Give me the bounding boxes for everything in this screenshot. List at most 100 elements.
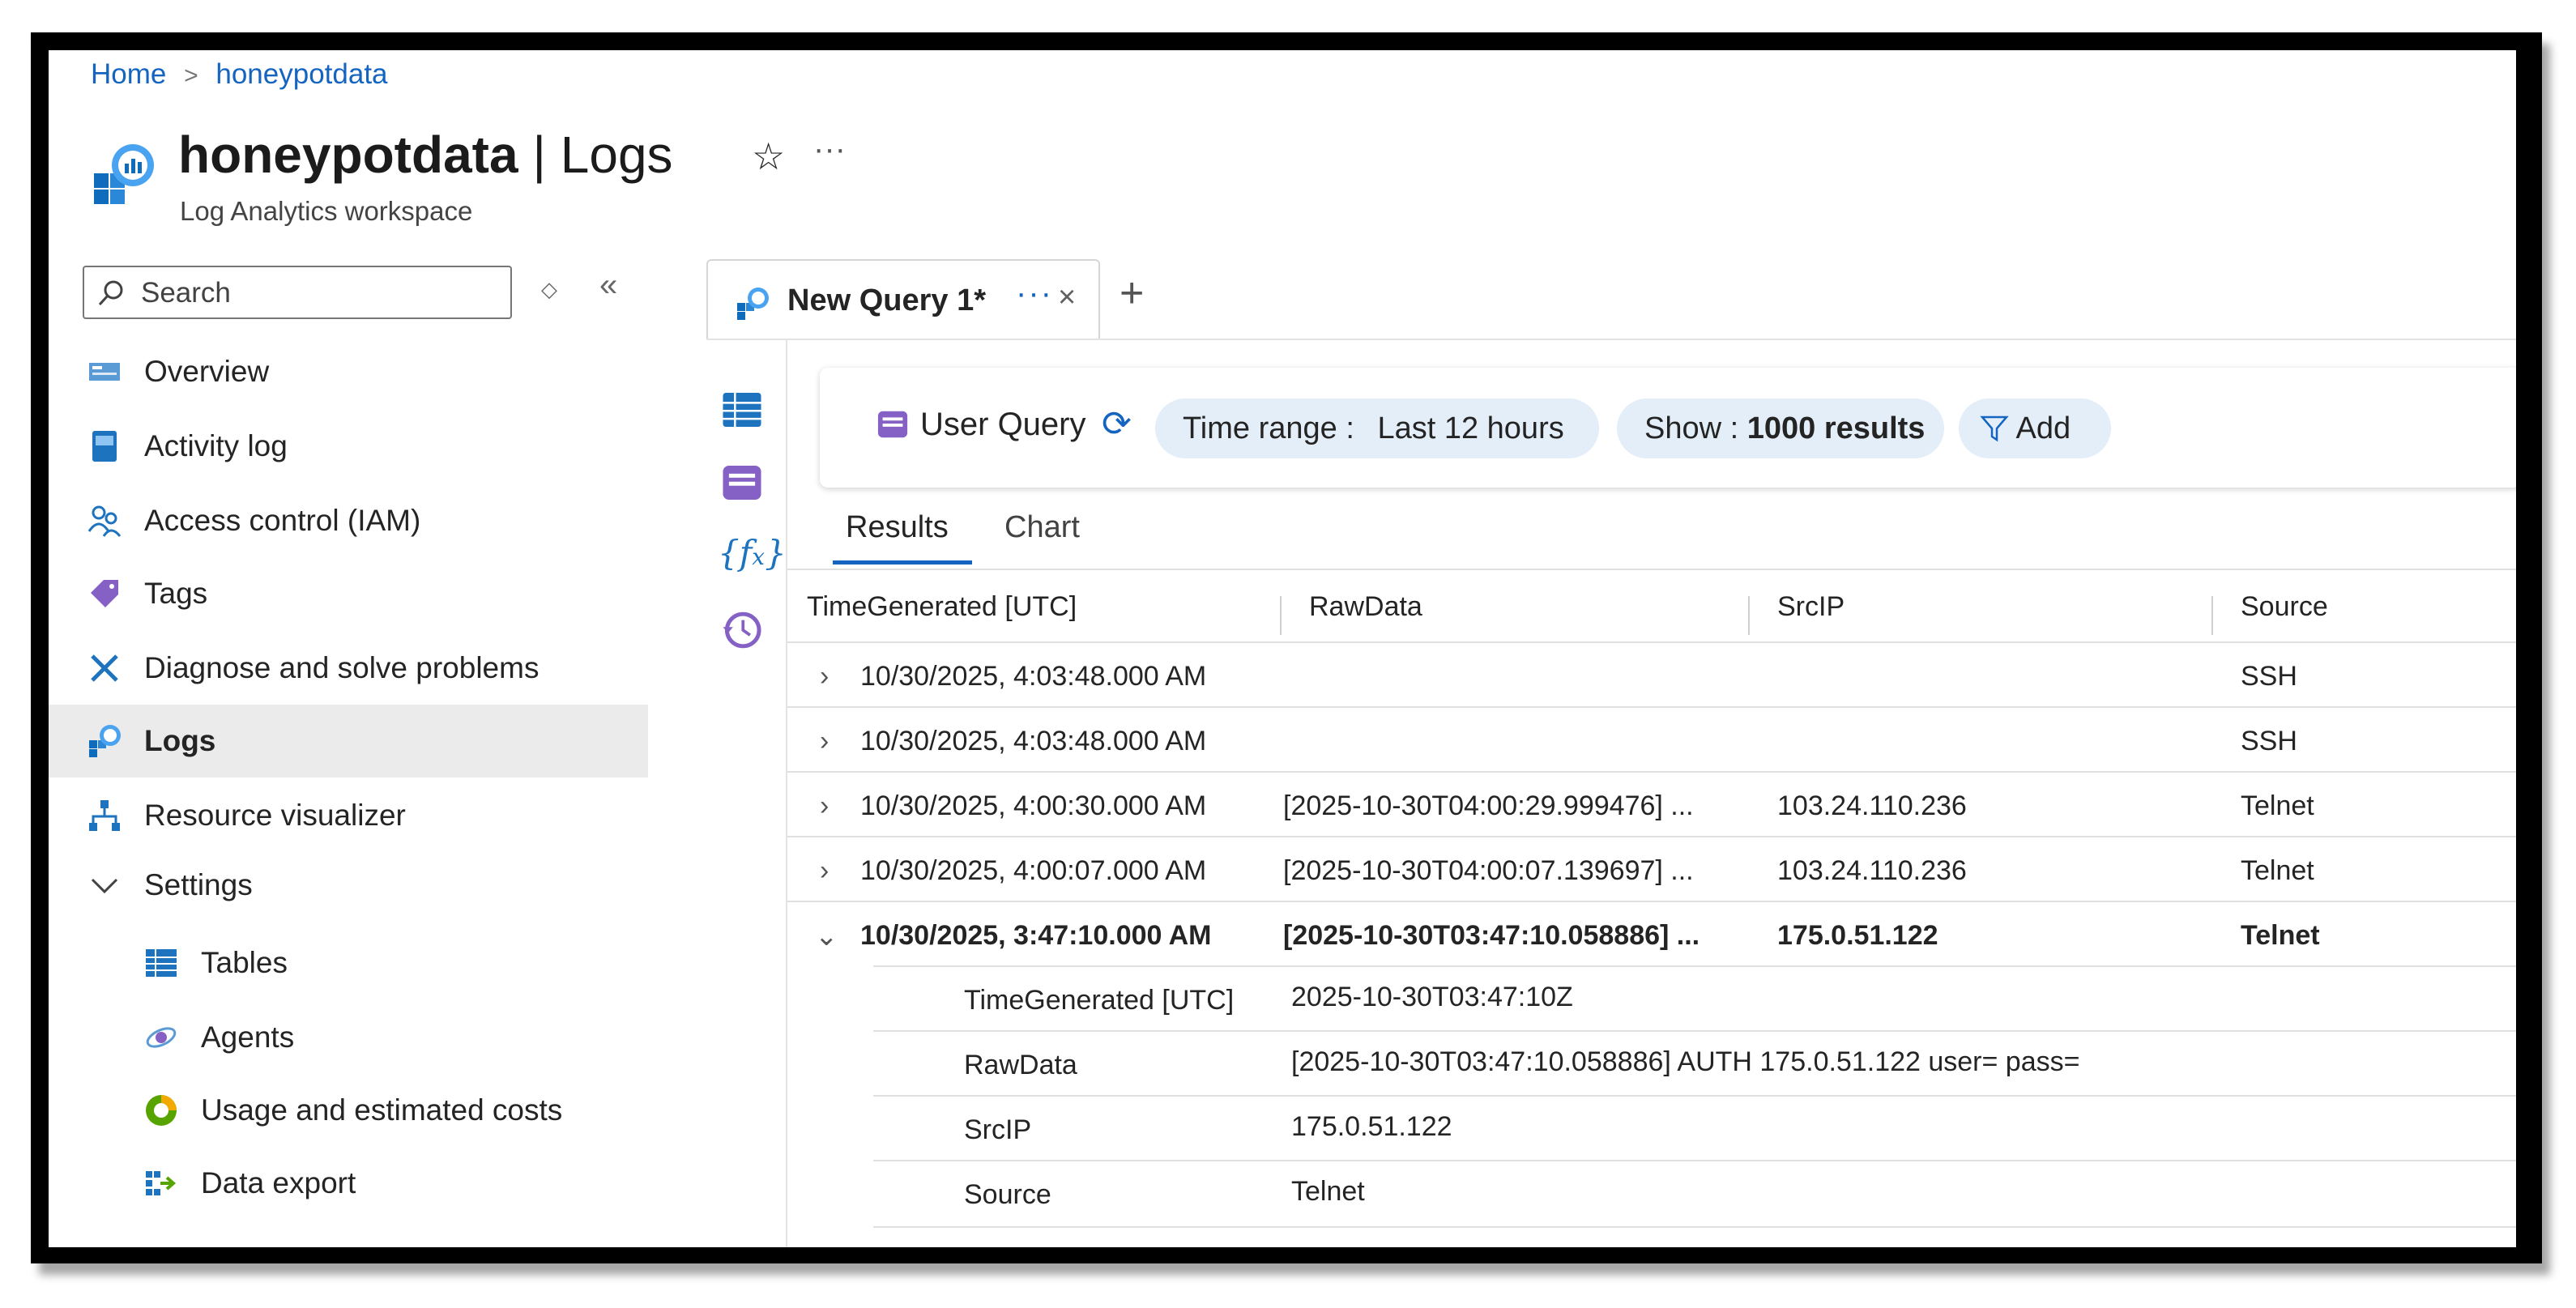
chevron-down-icon [91,878,118,894]
cell-source: SSH [2241,726,2297,756]
table-row[interactable]: › 10/30/2025, 4:00:07.000 AM [2025-10-30… [787,836,2516,902]
close-tab-icon[interactable]: × [1058,280,1076,315]
collapse-sidebar-icon[interactable]: « [599,267,617,304]
column-header-srcip[interactable]: SrcIP [1777,591,1845,623]
tab-results[interactable]: Results [846,510,949,545]
cell-time: 10/30/2025, 4:03:48.000 AM [860,661,1207,692]
log-analytics-icon [94,144,154,204]
results-tab-underline [833,560,972,565]
wrench-icon [91,654,118,682]
query-toolbar: User Query ⟳ Time range : Last 12 hours … [820,368,2516,488]
column-header-timegenerated[interactable]: TimeGenerated [UTC] [807,591,1077,623]
sidebar-item-data-export[interactable]: Data export [49,1147,648,1220]
activity-log-icon [92,431,117,462]
sidebar-item-activity-log[interactable]: Activity log [49,410,648,483]
sidebar-group-settings[interactable]: Settings [49,849,648,922]
cell-rawdata: [2025-10-30T04:00:29.999476] ... [1283,790,1694,821]
results-divider [787,569,2516,570]
page-title: honeypotdata | Logs [178,126,673,184]
overview-icon [89,363,120,381]
sidebar-item-usage-costs[interactable]: Usage and estimated costs [49,1074,648,1147]
sidebar-item-tables[interactable]: Tables [49,927,648,999]
breadcrumb-separator: > [184,62,198,89]
time-range-pill[interactable]: Time range : Last 12 hours [1155,398,1599,458]
column-divider[interactable] [1748,596,1750,635]
functions-rail-icon[interactable]: {fx} [718,533,787,573]
cell-time: 10/30/2025, 4:00:30.000 AM [860,790,1207,821]
chevron-down-icon[interactable]: ⌄ [815,920,838,952]
detail-row: TimeGenerated [UTC] 2025-10-30T03:47:10Z [873,965,2516,1032]
cell-srcip: 103.24.110.236 [1777,855,1967,886]
table-row[interactable]: › 10/30/2025, 4:03:48.000 AM SSH [787,706,2516,773]
more-options-icon[interactable]: ··· [813,131,846,168]
agents-icon [146,1027,177,1048]
cell-source: Telnet [2241,790,2314,821]
cell-source: Telnet [2241,920,2320,951]
tab-chart[interactable]: Chart [1004,510,1080,545]
cell-rawdata: [2025-10-30T04:00:07.139697] ... [1283,855,1694,886]
users-icon [87,505,122,537]
time-range-value: Last 12 hours [1377,411,1564,445]
sidebar-item-logs[interactable]: Logs [49,705,648,778]
breadcrumb: Home > honeypotdata [91,58,388,91]
user-query-icon [877,411,908,438]
sidebar-item-access-control[interactable]: Access control (IAM) [49,484,648,557]
sort-toggle-icon[interactable]: ◇ [541,277,557,302]
user-query-label[interactable]: User Query [920,407,1086,443]
table-row-expanded[interactable]: ⌄ 10/30/2025, 3:47:10.000 AM [2025-10-30… [787,901,2516,967]
table-icon [146,949,177,977]
detail-row: SrcIP 175.0.51.122 [873,1095,2516,1161]
column-header-source[interactable]: Source [2241,591,2328,623]
breadcrumb-home-link[interactable]: Home [91,58,166,90]
add-tab-icon[interactable]: + [1120,269,1144,317]
time-range-prefix: Time range : [1183,411,1363,445]
add-filter-label: Add [2015,411,2071,445]
detail-value: 2025-10-30T03:47:10Z [1291,982,1573,1012]
column-header-rawdata[interactable]: RawData [1309,591,1422,623]
cell-srcip: 175.0.51.122 [1777,920,1938,951]
log-analytics-tab-icon [737,288,769,320]
filter-icon [1980,415,2009,442]
data-export-icon [146,1171,177,1195]
cell-source: SSH [2241,661,2297,692]
column-divider[interactable] [2211,596,2213,635]
sidebar-item-agents[interactable]: Agents [49,1001,648,1074]
tables-rail-icon[interactable] [721,389,763,431]
sidebar-item-tags[interactable]: Tags [49,557,648,630]
search-placeholder: Search [141,277,231,309]
sidebar-search-input[interactable]: Search [83,266,512,319]
refresh-icon[interactable]: ⟳ [1102,403,1132,445]
cell-time: 10/30/2025, 4:00:07.000 AM [860,855,1207,886]
chevron-right-icon[interactable]: › [820,726,829,757]
column-divider[interactable] [1280,596,1282,635]
table-row[interactable]: › 10/30/2025, 4:00:30.000 AM [2025-10-30… [787,771,2516,837]
detail-key: SrcIP [964,1114,1032,1145]
breadcrumb-current-link[interactable]: honeypotdata [215,58,387,90]
history-rail-icon[interactable] [721,609,763,651]
cell-srcip: 103.24.110.236 [1777,790,1967,821]
chevron-right-icon[interactable]: › [820,790,829,822]
cell-time: 10/30/2025, 3:47:10.000 AM [860,920,1212,951]
show-results-pill[interactable]: Show : 1000 results [1617,398,1944,458]
logs-icon [89,725,121,757]
tab-more-icon[interactable]: ··· [1016,275,1053,312]
favorite-star-icon[interactable]: ☆ [752,134,785,178]
detail-value: Telnet [1291,1176,1365,1207]
detail-value: [2025-10-30T03:47:10.058886] AUTH 175.0.… [1291,1046,2080,1077]
tab-strip-divider [706,339,2516,340]
tab-new-query-1[interactable]: New Query 1* ··· × [706,259,1100,340]
cell-time: 10/30/2025, 4:03:48.000 AM [860,726,1207,756]
sidebar-item-diagnose[interactable]: Diagnose and solve problems [49,632,648,705]
chevron-right-icon[interactable]: › [820,855,829,887]
tag-icon [91,580,118,607]
tab-label: New Query 1* [787,283,986,317]
cell-source: Telnet [2241,855,2314,886]
add-filter-pill[interactable]: Add [1959,398,2111,458]
azure-portal-window: Home > honeypotdata honeypotdata | Logs … [49,50,2516,1247]
sidebar-item-overview[interactable]: Overview [49,335,648,408]
queries-rail-icon[interactable] [721,462,763,504]
search-icon [98,280,123,306]
table-row[interactable]: › 10/30/2025, 4:03:48.000 AM SSH [787,641,2516,708]
chevron-right-icon[interactable]: › [820,661,829,692]
sidebar-item-resource-visualizer[interactable]: Resource visualizer [49,779,648,852]
